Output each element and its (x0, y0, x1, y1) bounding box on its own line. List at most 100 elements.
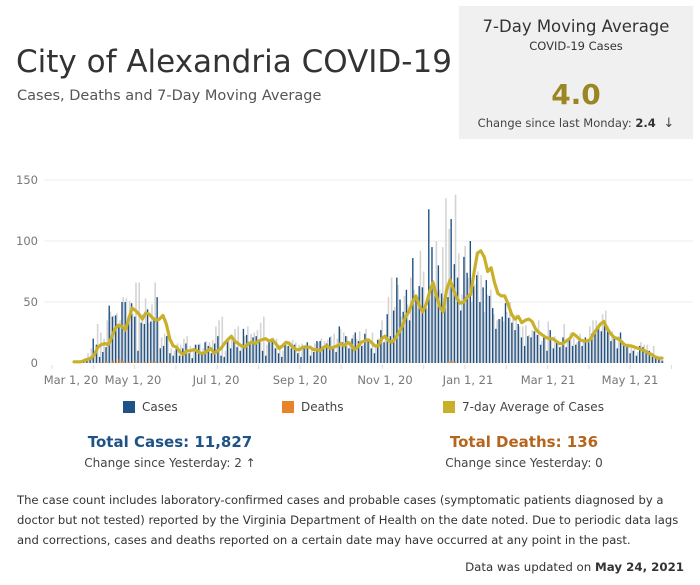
death-bar[interactable] (105, 361, 108, 363)
case-bar[interactable] (261, 350, 264, 363)
case-bar[interactable] (632, 350, 634, 363)
case-bar[interactable] (118, 326, 120, 363)
case-bar[interactable] (485, 280, 487, 363)
case-bar[interactable] (188, 353, 190, 363)
death-bar[interactable] (166, 361, 169, 363)
case-bar[interactable] (600, 331, 603, 363)
case-bar[interactable] (287, 345, 289, 363)
case-bar[interactable] (162, 345, 165, 363)
death-bar[interactable] (115, 361, 118, 363)
case-bar[interactable] (265, 355, 267, 363)
case-bar[interactable] (169, 353, 171, 363)
case-bar[interactable] (137, 350, 139, 363)
death-bar[interactable] (537, 361, 539, 363)
case-bar[interactable] (469, 241, 472, 363)
death-bar[interactable] (153, 361, 156, 363)
case-bar[interactable] (523, 345, 526, 363)
case-bar[interactable] (619, 332, 622, 364)
cases-chart[interactable]: 0 50 100 150 Mar 1, 20 May 1, 20 Jul 1, 20 Sep… (0, 150, 700, 395)
case-bar[interactable] (344, 336, 347, 363)
case-bar[interactable] (440, 293, 443, 363)
case-bar[interactable] (194, 344, 197, 363)
case-bar[interactable] (546, 350, 548, 363)
case-bar[interactable] (380, 330, 382, 363)
case-bar[interactable] (121, 302, 123, 363)
case-bar[interactable] (322, 348, 325, 363)
case-bar[interactable] (220, 355, 222, 363)
case-bar[interactable] (661, 360, 663, 363)
case-bar[interactable] (629, 353, 631, 363)
case-bar[interactable] (367, 338, 369, 363)
case-bar[interactable] (450, 219, 452, 363)
case-bar[interactable] (594, 333, 596, 363)
case-bar[interactable] (555, 341, 558, 363)
case-bar[interactable] (249, 342, 251, 363)
case-bar[interactable] (658, 359, 660, 363)
case-bar[interactable] (415, 295, 417, 363)
case-bar[interactable] (597, 327, 599, 363)
case-bar[interactable] (491, 308, 494, 363)
death-bar[interactable] (118, 359, 121, 363)
death-bar[interactable] (463, 361, 466, 363)
case-bar[interactable] (431, 247, 433, 363)
case-bar[interactable] (613, 337, 615, 363)
case-bar[interactable] (114, 315, 117, 363)
case-bar[interactable] (539, 344, 542, 363)
death-bar[interactable] (160, 361, 162, 363)
case-bar[interactable] (245, 334, 248, 363)
case-bar[interactable] (511, 322, 513, 363)
case-bar[interactable] (651, 356, 654, 363)
case-bar[interactable] (351, 338, 353, 363)
case-bar[interactable] (392, 310, 395, 363)
case-bar[interactable] (255, 336, 257, 363)
death-bar[interactable] (128, 361, 130, 363)
case-bar[interactable] (587, 342, 590, 363)
case-bar[interactable] (277, 353, 280, 363)
case-bar[interactable] (543, 334, 545, 363)
case-bar[interactable] (504, 303, 507, 363)
case-bar[interactable] (134, 316, 136, 363)
case-bar[interactable] (332, 348, 334, 363)
case-bar[interactable] (530, 337, 532, 363)
case-bar[interactable] (364, 333, 366, 363)
case-bar[interactable] (472, 286, 475, 363)
death-bar[interactable] (112, 360, 114, 363)
death-bar[interactable] (121, 360, 124, 363)
case-bar[interactable] (453, 264, 456, 363)
case-bar[interactable] (527, 336, 529, 363)
case-bar[interactable] (514, 330, 516, 363)
case-bar[interactable] (396, 277, 398, 363)
case-bar[interactable] (549, 330, 551, 363)
case-bar[interactable] (102, 352, 104, 363)
legend-item-cases[interactable]: Cases (123, 400, 178, 414)
case-bar[interactable] (313, 352, 315, 363)
case-bar[interactable] (383, 342, 385, 363)
case-bar[interactable] (482, 287, 484, 363)
case-bar[interactable] (418, 286, 420, 363)
case-bar[interactable] (408, 320, 411, 363)
case-bar[interactable] (447, 297, 449, 363)
case-bar[interactable] (92, 338, 94, 363)
case-bar[interactable] (271, 339, 273, 363)
case-bar[interactable] (616, 348, 619, 363)
case-bar[interactable] (626, 345, 628, 363)
case-bar[interactable] (178, 355, 181, 363)
case-bar[interactable] (578, 341, 580, 363)
case-bar[interactable] (463, 256, 465, 363)
case-bar[interactable] (575, 344, 577, 363)
case-bar[interactable] (239, 350, 241, 363)
case-bar[interactable] (520, 337, 523, 363)
case-bar[interactable] (258, 342, 261, 363)
death-bar[interactable] (134, 360, 137, 363)
death-bar[interactable] (284, 361, 287, 363)
case-bar[interactable] (124, 302, 126, 363)
death-bar[interactable] (447, 361, 450, 363)
case-bar[interactable] (360, 345, 363, 363)
case-bar[interactable] (373, 353, 376, 363)
case-bar[interactable] (297, 353, 299, 363)
case-bar[interactable] (274, 348, 277, 363)
legend-item-average[interactable]: 7-day Average of Cases (443, 400, 604, 414)
legend-item-deaths[interactable]: Deaths (282, 400, 344, 414)
case-bar[interactable] (150, 321, 152, 363)
case-bar[interactable] (533, 331, 535, 363)
